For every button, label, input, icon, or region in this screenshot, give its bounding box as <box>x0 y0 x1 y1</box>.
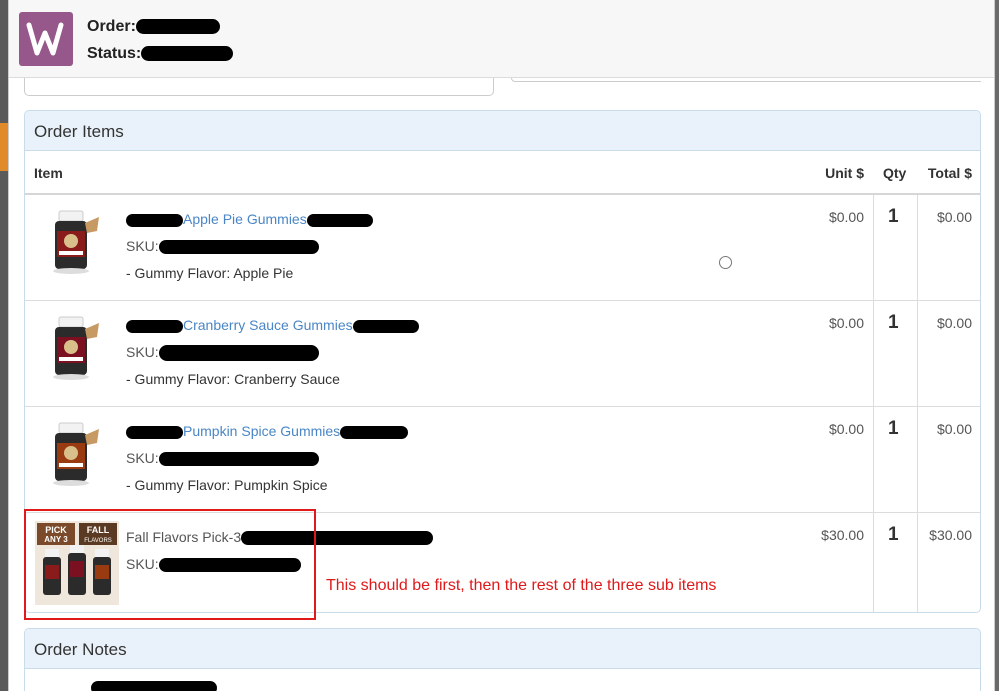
item-meta: - Gummy Flavor: Cranberry Sauce <box>126 371 340 387</box>
item-name-link[interactable]: Cranberry Sauce Gummies <box>126 317 419 333</box>
woocommerce-logo-icon <box>19 12 73 66</box>
redacted-name-prefix <box>126 213 183 227</box>
order-label: Order: <box>87 18 136 35</box>
modal-header: Order: Status: <box>9 0 994 78</box>
annotation-text: This should be first, then the rest of t… <box>326 577 717 594</box>
background-page-left <box>0 0 8 691</box>
column-divider <box>873 407 874 512</box>
status-label: Status: <box>87 45 142 62</box>
order-notes-title: Order Notes <box>25 629 980 669</box>
column-divider <box>873 513 874 612</box>
item-sku: SKU: <box>126 450 319 467</box>
column-divider <box>873 301 874 406</box>
column-header-total: Total $ <box>927 165 972 181</box>
redacted-name-suffix <box>306 213 373 227</box>
column-header-qty: Qty <box>883 165 907 181</box>
item-name-link[interactable]: Pumpkin Spice Gummies <box>126 423 409 439</box>
column-divider <box>917 195 918 300</box>
table-row: Cranberry Sauce Gummies SKU: - Gummy Fla… <box>25 301 980 407</box>
redacted-note <box>91 681 217 691</box>
annotation-highlight-box <box>24 509 316 620</box>
redacted-name-suffix <box>340 425 409 439</box>
item-unit-price: $30.00 <box>821 527 864 543</box>
item-total: $0.00 <box>936 209 972 225</box>
item-total: $30.00 <box>929 527 972 543</box>
product-bottle-thumbnail <box>53 422 99 486</box>
column-divider <box>873 195 874 300</box>
table-row: Pumpkin Spice Gummies SKU: - Gummy Flavo… <box>25 407 980 513</box>
column-header-unit: Unit $ <box>825 165 864 181</box>
product-bottle-thumbnail <box>53 316 99 380</box>
order-items-title: Order Items <box>25 111 980 151</box>
redacted-sku <box>158 345 319 362</box>
background-page-right <box>995 0 999 691</box>
item-name-link[interactable]: Apple Pie Gummies <box>126 211 373 227</box>
redacted-sku <box>158 240 319 255</box>
item-quantity: 1 <box>888 312 899 333</box>
item-total: $0.00 <box>936 315 972 331</box>
background-accent <box>0 123 8 171</box>
item-sku: SKU: <box>126 238 319 255</box>
item-meta: - Gummy Flavor: Pumpkin Spice <box>126 477 328 493</box>
previous-panel-left <box>24 78 494 96</box>
column-divider <box>917 301 918 406</box>
redacted-sku <box>158 452 319 467</box>
redacted-order-number <box>135 19 220 35</box>
redacted-name-prefix <box>126 319 183 333</box>
item-quantity: 1 <box>888 418 899 439</box>
order-notes-panel: Order Notes <box>24 628 981 691</box>
item-quantity: 1 <box>888 206 899 227</box>
order-number-line: Order: <box>87 18 220 36</box>
item-unit-price: $0.00 <box>828 209 864 225</box>
previous-panel-right <box>511 78 981 82</box>
redacted-name-prefix <box>126 425 183 439</box>
column-header-item: Item <box>34 165 63 181</box>
table-row: Apple Pie Gummies SKU: - Gummy Flavor: A… <box>25 195 980 301</box>
item-unit-price: $0.00 <box>828 421 864 437</box>
order-status-line: Status: <box>87 45 234 63</box>
cursor-circle <box>719 256 732 269</box>
redacted-status <box>141 46 234 62</box>
item-meta: - Gummy Flavor: Apple Pie <box>126 265 294 281</box>
item-total: $0.00 <box>936 421 972 437</box>
product-bottle-thumbnail <box>53 210 99 274</box>
item-sku: SKU: <box>126 344 319 362</box>
column-divider <box>917 513 918 612</box>
order-items-table-header: Item Unit $ Qty Total $ <box>25 151 980 195</box>
column-divider <box>917 407 918 512</box>
redacted-name-suffix <box>352 319 419 333</box>
item-quantity: 1 <box>888 524 899 545</box>
item-unit-price: $0.00 <box>828 315 864 331</box>
